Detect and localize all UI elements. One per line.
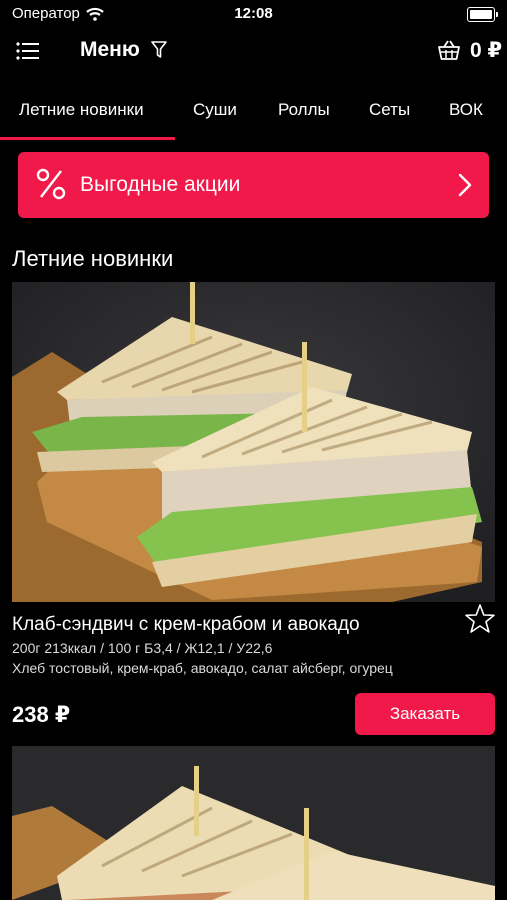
section-title: Летние новинки — [12, 246, 174, 271]
sandwich-image-next — [12, 746, 495, 900]
tab-rolls[interactable]: Роллы — [278, 88, 330, 136]
product-photo[interactable] — [12, 282, 495, 602]
status-bar: Оператор 12:08 — [0, 0, 507, 28]
order-button[interactable]: Заказать — [355, 693, 495, 735]
sandwich-image — [12, 282, 495, 602]
tab-summer-new[interactable]: Летние новинки — [19, 88, 144, 136]
basket-icon[interactable] — [437, 38, 461, 62]
cart-total[interactable]: 0 ₽ — [470, 38, 502, 63]
product-name[interactable]: Клаб-сэндвич с крем-крабом и авокадо — [12, 614, 360, 636]
promo-banner[interactable]: Выгодные акции — [18, 152, 489, 218]
battery-icon — [467, 7, 498, 22]
tab-sets[interactable]: Сеты — [369, 88, 410, 136]
tab-sushi[interactable]: Суши — [193, 88, 237, 136]
chevron-right-icon — [458, 173, 472, 197]
product-photo-next[interactable] — [12, 746, 495, 900]
promo-label: Выгодные акции — [80, 173, 241, 196]
nav-bar: Меню 0 ₽ — [0, 28, 507, 74]
status-time: 12:08 — [234, 5, 273, 22]
percent-icon — [36, 168, 66, 200]
menu-list-icon[interactable] — [16, 40, 40, 62]
star-outline-icon[interactable] — [463, 602, 497, 636]
product-price: 238 ₽ — [12, 702, 71, 727]
product-nutrition: 200г 213ккал / 100 г Б3,4 / Ж12,1 / У22,… — [12, 640, 273, 656]
category-tabs: Летние новинки Суши Роллы Сеты ВОК — [0, 88, 507, 140]
page-title: Меню — [80, 38, 140, 61]
tab-wok[interactable]: ВОК — [449, 88, 483, 136]
filter-icon[interactable] — [150, 40, 168, 60]
active-tab-indicator — [0, 137, 175, 140]
product-description: Хлеб тостовый, крем-краб, авокадо, салат… — [12, 660, 393, 676]
